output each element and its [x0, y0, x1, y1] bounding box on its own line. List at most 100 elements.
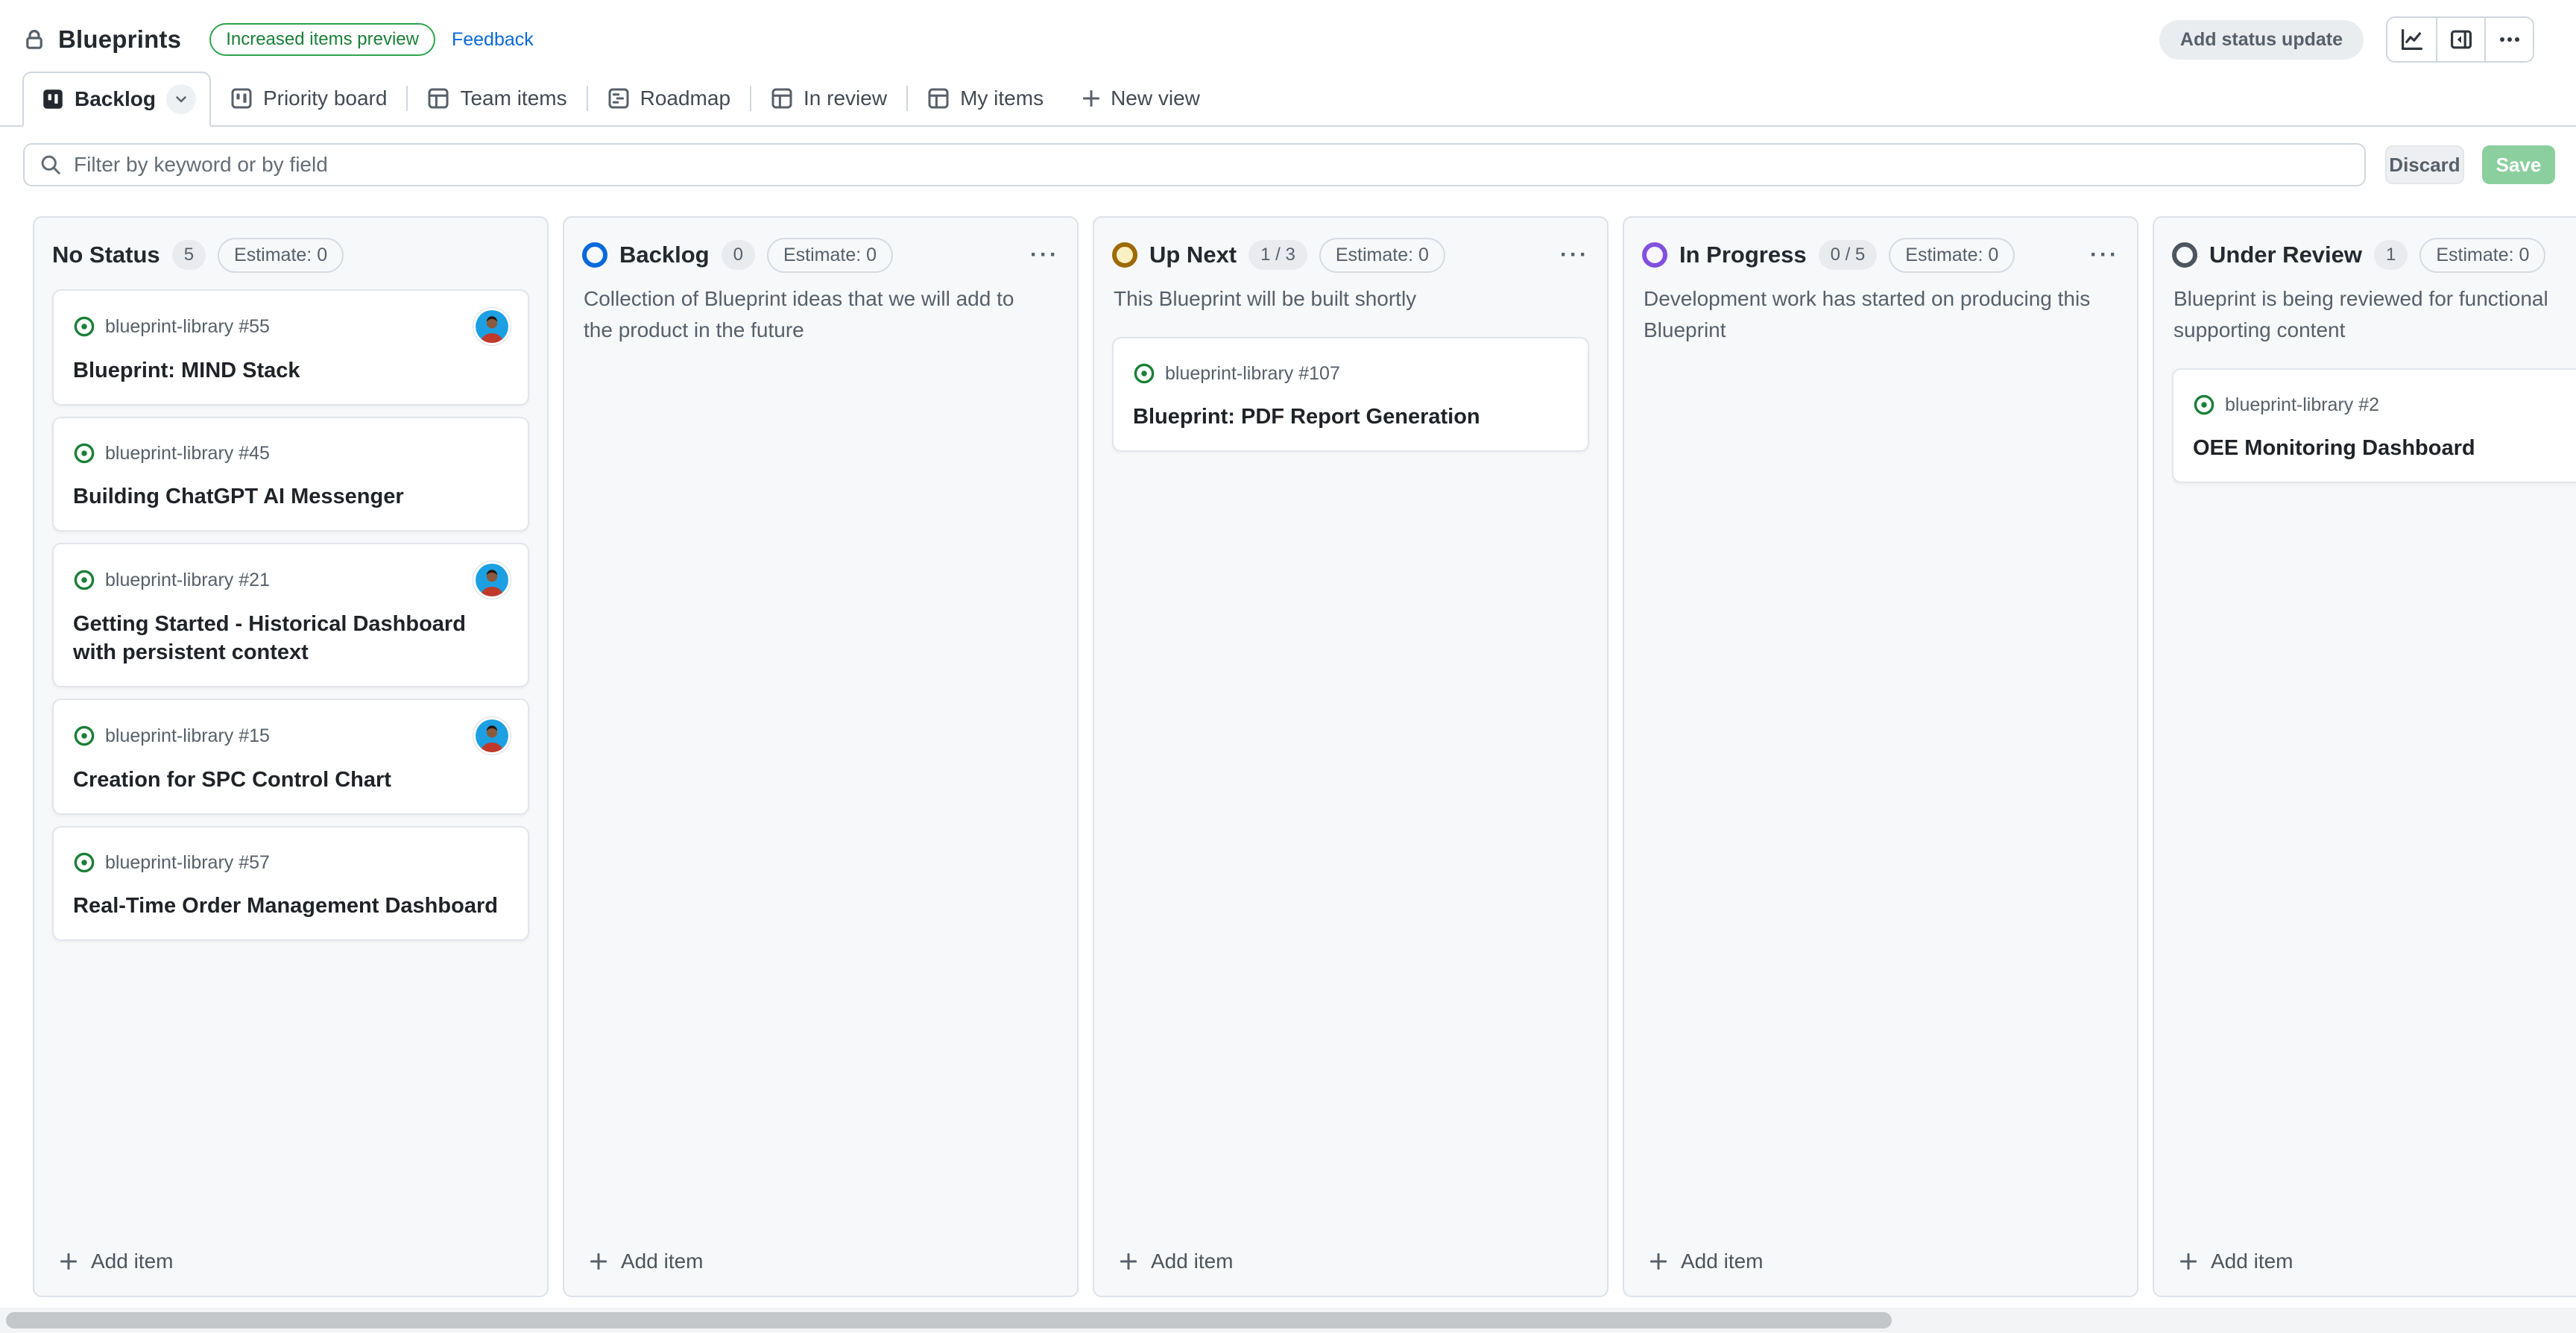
plus-icon: [2178, 1251, 2199, 1272]
save-button[interactable]: Save: [2482, 145, 2555, 184]
table-icon: [771, 87, 793, 110]
roadmap-icon: [607, 87, 630, 110]
column-description-line: the product in the future: [584, 315, 1058, 346]
tab-in-review[interactable]: In review: [751, 72, 906, 125]
table-icon: [427, 87, 449, 110]
discard-button[interactable]: Discard: [2385, 145, 2464, 184]
status-dot-icon: [582, 242, 607, 268]
open-issue-icon: [73, 851, 95, 874]
column-description-line: Development work has started on producin…: [1644, 283, 2118, 315]
board-column-no-status: No Status 5 Estimate: 0 blueprint-librar…: [33, 216, 549, 1297]
add-item-button[interactable]: Add item: [584, 1244, 708, 1279]
view-tabs: Backlog Priority board Team items Roadma…: [0, 72, 2576, 127]
open-issue-icon: [73, 442, 95, 464]
status-dot-icon: [1112, 242, 1137, 268]
add-item-button[interactable]: Add item: [2174, 1244, 2298, 1279]
status-dot-icon: [2172, 242, 2197, 268]
column-description: Development work has started on producin…: [1644, 283, 2118, 346]
project-board-icon: [230, 87, 253, 110]
assignee-avatar[interactable]: [476, 310, 508, 343]
issue-repo-number: blueprint-library #107: [1165, 363, 1340, 385]
issue-title: Real-Time Order Management Dashboard: [73, 892, 508, 920]
column-description: Blueprint is being reviewed for function…: [2174, 283, 2576, 346]
column-title: Backlog: [619, 242, 710, 268]
add-status-update-button[interactable]: Add status update: [2159, 20, 2364, 60]
add-item-button[interactable]: Add item: [1114, 1244, 1238, 1279]
new-view-button[interactable]: New view: [1063, 72, 1218, 125]
issue-title: Blueprint: MIND Stack: [73, 356, 508, 385]
preview-badge: Increased items preview: [209, 23, 435, 57]
issue-card[interactable]: blueprint-library #15 Creation for SPC C…: [52, 699, 529, 815]
column-count-badge: 5: [172, 240, 206, 270]
tab-priority-board[interactable]: Priority board: [211, 72, 407, 125]
column-menu-button[interactable]: ···: [1030, 242, 1059, 268]
horizontal-scrollbar[interactable]: [0, 1308, 2576, 1333]
issue-repo-number: blueprint-library #2: [2225, 394, 2379, 416]
tab-backlog[interactable]: Backlog: [22, 72, 211, 127]
add-item-button[interactable]: Add item: [54, 1244, 178, 1279]
open-issue-icon: [73, 569, 95, 591]
plus-icon: [1648, 1251, 1669, 1272]
open-issue-icon: [1133, 362, 1155, 385]
filter-field[interactable]: [23, 143, 2366, 186]
column-title: Under Review: [2209, 242, 2362, 268]
board-column-backlog: Backlog 0 Estimate: 0 ··· Collection of …: [563, 216, 1079, 1297]
board-column-in-progress: In Progress 0 / 5 Estimate: 0 ··· Develo…: [1623, 216, 2138, 1297]
column-title: No Status: [52, 242, 160, 268]
project-board-icon: [42, 88, 64, 110]
column-header: Up Next 1 / 3 Estimate: 0 ···: [1112, 237, 1589, 273]
open-issue-icon: [73, 725, 95, 747]
kebab-menu-icon[interactable]: [2484, 18, 2533, 61]
assignee-avatar[interactable]: [476, 719, 508, 752]
add-item-button[interactable]: Add item: [1644, 1244, 1768, 1279]
column-estimate-badge: Estimate: 0: [1889, 238, 2015, 273]
column-description-line: Blueprint is being reviewed for function…: [2174, 283, 2576, 315]
insights-chart-icon[interactable]: [2387, 18, 2436, 61]
plus-icon: [58, 1251, 79, 1272]
issue-card[interactable]: blueprint-library #45 Building ChatGPT A…: [52, 417, 529, 532]
column-cards: blueprint-library #2 OEE Monitoring Dash…: [2172, 368, 2576, 483]
status-dot-icon: [1642, 242, 1667, 268]
column-menu-button[interactable]: ···: [1560, 242, 1589, 268]
assignee-avatar[interactable]: [476, 564, 508, 596]
open-issue-icon: [2193, 394, 2215, 416]
column-description-line: This Blueprint will be built shortly: [1114, 283, 1588, 315]
plus-icon: [1118, 1251, 1139, 1272]
column-menu-button[interactable]: ···: [2090, 242, 2119, 268]
column-count-badge: 1: [2374, 240, 2408, 270]
issue-card[interactable]: blueprint-library #107 Blueprint: PDF Re…: [1112, 337, 1589, 452]
issue-repo-number: blueprint-library #45: [105, 443, 270, 464]
issue-title: Building ChatGPT AI Messenger: [73, 482, 508, 511]
tab-team-items[interactable]: Team items: [408, 72, 586, 125]
issue-title: Creation for SPC Control Chart: [73, 766, 508, 794]
scrollbar-thumb[interactable]: [6, 1312, 1892, 1329]
column-description-line: Blueprint: [1644, 315, 2118, 346]
issue-title: OEE Monitoring Dashboard: [2193, 434, 2576, 462]
column-count-badge: 1 / 3: [1248, 240, 1307, 270]
tab-roadmap[interactable]: Roadmap: [588, 72, 750, 125]
filter-input[interactable]: [74, 153, 2349, 177]
issue-card[interactable]: blueprint-library #55 Blueprint: MIND St…: [52, 289, 529, 406]
issue-card[interactable]: blueprint-library #57 Real-Time Order Ma…: [52, 826, 529, 941]
filter-bar: Discard Save: [0, 127, 2576, 186]
table-icon: [927, 87, 950, 110]
kanban-board: No Status 5 Estimate: 0 blueprint-librar…: [0, 216, 2576, 1297]
issue-card[interactable]: blueprint-library #21 Getting Started - …: [52, 543, 529, 687]
new-view-label: New view: [1111, 86, 1200, 110]
feedback-link[interactable]: Feedback: [452, 29, 534, 51]
issue-repo-number: blueprint-library #55: [105, 316, 270, 338]
issue-repo-number: blueprint-library #21: [105, 570, 270, 591]
column-estimate-badge: Estimate: 0: [218, 238, 344, 273]
column-title: In Progress: [1679, 242, 1807, 268]
issue-repo-number: blueprint-library #15: [105, 725, 270, 747]
open-issue-icon: [73, 315, 95, 338]
issue-card[interactable]: blueprint-library #2 OEE Monitoring Dash…: [2172, 368, 2576, 483]
tab-my-items[interactable]: My items: [908, 72, 1063, 125]
column-description-line: supporting content: [2174, 315, 2576, 346]
column-cards: blueprint-library #107 Blueprint: PDF Re…: [1112, 337, 1589, 452]
collapse-sidebar-icon[interactable]: [2436, 18, 2484, 61]
chevron-down-icon[interactable]: [166, 84, 196, 114]
issue-title: Getting Started - Historical Dashboard w…: [73, 610, 508, 666]
column-header: In Progress 0 / 5 Estimate: 0 ···: [1642, 237, 2119, 273]
lock-icon: [22, 28, 46, 51]
